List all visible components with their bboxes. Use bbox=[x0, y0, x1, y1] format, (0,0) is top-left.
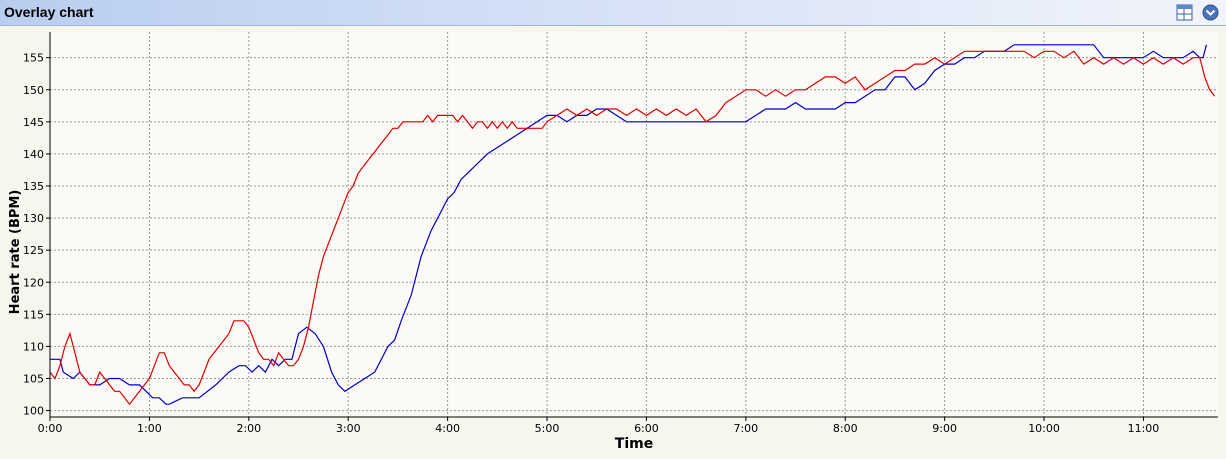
x-tick-label: 1:00 bbox=[137, 422, 162, 435]
chart-area: 0:00 1:00 2:00 3:00 4:00 5:00 6:00 7:00 8:00 9:00… bbox=[0, 26, 1226, 454]
y-tick-label: 115 bbox=[23, 308, 44, 321]
heart-rate-chart: 0:00 1:00 2:00 3:00 4:00 5:00 6:00 7:00 8:00 9:00… bbox=[8, 32, 1218, 452]
y-tick-label: 110 bbox=[23, 340, 44, 353]
menu-button[interactable] bbox=[1202, 4, 1219, 21]
overlay-chart-panel: Overlay chart 0:00 1:00 2:00 3:00 4:00 5:00 6:… bbox=[0, 0, 1226, 454]
y-tick-label: 135 bbox=[23, 180, 44, 193]
x-tick-label: 5:00 bbox=[535, 422, 560, 435]
x-tick-label: 3:00 bbox=[336, 422, 361, 435]
x-tick-label: 4:00 bbox=[435, 422, 460, 435]
x-axis-label: Time bbox=[615, 436, 653, 452]
y-tick-label: 100 bbox=[23, 405, 44, 418]
layout-button[interactable] bbox=[1176, 4, 1193, 21]
grid bbox=[50, 32, 1218, 417]
y-tick-label: 130 bbox=[23, 212, 44, 225]
y-tick-label: 125 bbox=[23, 244, 44, 257]
y-tick-label: 150 bbox=[23, 84, 44, 97]
x-tick-label: 10:00 bbox=[1028, 422, 1060, 435]
y-axis-label: Heart rate (BPM) bbox=[8, 190, 23, 315]
y-tick-label: 145 bbox=[23, 116, 44, 129]
x-tick-label: 8:00 bbox=[833, 422, 858, 435]
x-tick-label: 2:00 bbox=[236, 422, 261, 435]
x-tick-label: 7:00 bbox=[733, 422, 758, 435]
panel-title: Overlay chart bbox=[4, 4, 94, 20]
x-tick-label: 11:00 bbox=[1128, 422, 1160, 435]
y-tick-label: 155 bbox=[23, 52, 44, 65]
layout-icon bbox=[1176, 4, 1193, 21]
x-tick-label: 9:00 bbox=[932, 422, 957, 435]
y-tick-label: 120 bbox=[23, 276, 44, 289]
chevron-down-circle-icon bbox=[1202, 4, 1219, 21]
y-tick-label: 105 bbox=[23, 373, 44, 386]
x-tick-label: 6:00 bbox=[634, 422, 659, 435]
panel-titlebar: Overlay chart bbox=[0, 0, 1226, 26]
y-tick-label: 140 bbox=[23, 148, 44, 161]
x-tick-label: 0:00 bbox=[38, 422, 63, 435]
